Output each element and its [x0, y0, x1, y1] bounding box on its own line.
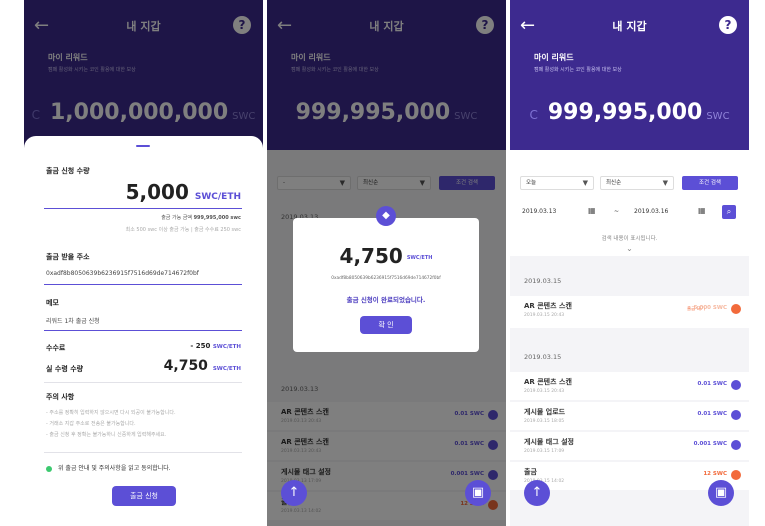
history-row[interactable]: 게시물 태그 설정 2019.03.15 17:09 0.001 SWC [510, 432, 749, 460]
available-amount: 출금 가능 금액 999,995,000 swc [161, 214, 241, 221]
memo-field[interactable]: 리워드 1차 출금 신청 [46, 316, 100, 325]
notice-list: - 주소를 정확히 입력하지 않으시면 다시 되공이 불가능합니다. - 거래소… [46, 408, 176, 441]
balance-unit: SWC [706, 111, 730, 122]
agree-checkbox[interactable]: 위 출금 안내 및 주의사항을 읽고 동의합니다. [46, 463, 171, 472]
agree-text: 위 출금 안내 및 주의사항을 읽고 동의합니다. [58, 465, 171, 472]
wallet-button[interactable]: ▣ [465, 480, 491, 506]
empty-hint: 검색 내용이 표시됩니다. [601, 236, 658, 242]
notice-label: 주의 사항 [46, 393, 75, 401]
reward-label: 마이 리워드 [534, 53, 574, 62]
modal-address: 0xadf8b8050639b6236915f7516d69de714672f0… [331, 276, 441, 281]
complete-modal: ◆ 4,750 SWC/ETH 0xadf8b8050639b6236915f75… [293, 206, 479, 352]
actual-label: 실 수령 수량 [46, 365, 84, 373]
history-row[interactable]: 게시물 업로드 2019.03.15 18:05 0.01 SWC [510, 402, 749, 430]
wallet-icon: ▣ [714, 485, 728, 500]
balance: C 999,995,000 SWC [510, 100, 749, 125]
request-unit: SWC/ETH [194, 192, 241, 202]
withdraw-sheet: 출금 신청 수량 5,000 SWC/ETH 출금 가능 금액 999,995,0… [24, 136, 263, 526]
sheet-handle[interactable] [136, 145, 150, 147]
address-underline [44, 284, 242, 285]
fee-unit: SWC/ETH [212, 344, 241, 350]
request-amount: 5,000 [125, 180, 189, 204]
amount-underline [44, 208, 242, 209]
reward-subtitle: 캠페 활성화 시키는 코인 활용에 대한 보상 [534, 67, 622, 73]
memo-label: 메모 [46, 299, 59, 307]
available-value: 999,995,000 swc [193, 215, 241, 221]
address-label: 출금 받을 주소 [46, 253, 90, 261]
notice-item: - 주소를 정확히 입력하지 않으시면 다시 되공이 불가능합니다. [46, 410, 176, 416]
balance-value: 999,995,000 [547, 100, 703, 125]
actual-amount: 4,750 [163, 358, 208, 374]
date-from[interactable]: 2019.03.13 [522, 208, 556, 215]
swc-coin-icon [731, 440, 741, 450]
chevron-down-icon: ▼ [662, 179, 668, 187]
modal-amount: 4,750 SWC/ETH [293, 244, 479, 268]
notice-item: - 거래소 지갑 주소로 전송은 불가능합니다. [46, 421, 136, 427]
swc-coin-icon [731, 470, 741, 480]
divider [44, 452, 242, 453]
fee-amount: - 250 [190, 342, 211, 350]
screen-withdraw-form: ← 내 지갑 ? 마이 리워드 캠페 활성화 시키는 코인 활용에 대한 보상 … [24, 0, 263, 526]
date-section: 2019.03.15 [510, 270, 749, 292]
page-title: 내 지갑 [612, 20, 647, 33]
actual-value: 4,750 SWC/ETH [164, 358, 241, 374]
screens: ← 내 지갑 ? 마이 리워드 캠페 활성화 시키는 코인 활용에 대한 보상 … [0, 0, 765, 526]
sort-select[interactable]: 최신순▼ [600, 176, 674, 190]
date-separator: ~ [614, 208, 620, 215]
scroll-top-button[interactable]: ↑ [281, 480, 307, 506]
fee-label: 수수료 [46, 344, 66, 352]
period-select[interactable]: 오늘 ▼ [520, 176, 594, 190]
address-field[interactable]: 0xadf8b8050639b6236915f7516d69de714672f0… [46, 270, 199, 277]
calendar-icon[interactable]: ▦ [698, 206, 706, 215]
screen-withdraw-complete: ← 내 지갑 ? 마이 리워드 캠페 활성화 시키는 코인 활용에 대한 보상 … [267, 0, 506, 526]
ethereum-icon: ◆ [376, 206, 396, 226]
available-label: 출금 가능 금액 [161, 215, 192, 221]
top-bar: ← 내 지갑 ? [510, 12, 749, 42]
request-amount-field[interactable]: 5,000 SWC/ETH [126, 180, 241, 204]
fee-value: - 250 SWC/ETH [190, 342, 241, 350]
help-icon[interactable]: ? [719, 16, 737, 34]
calendar-icon[interactable]: ▦ [588, 206, 596, 215]
wallet-header: ← 내 지갑 ? 마이 리워드 캠페 활성화 시키는 코인 활용에 대한 보상 … [510, 0, 749, 150]
wallet-icon: ▣ [471, 485, 485, 500]
history-row[interactable]: AR 콘텐츠 스캔 2019.03.15 20:43 0.01 SWC [510, 372, 749, 400]
modal-unit: SWC/ETH [406, 254, 433, 261]
wallet-button[interactable]: ▣ [708, 480, 734, 506]
memo-underline [44, 330, 242, 331]
submit-withdraw-button[interactable]: 출금 신청 [112, 486, 176, 506]
actual-unit: SWC/ETH [212, 366, 241, 372]
chevron-down-icon[interactable]: ⌄ [510, 244, 749, 253]
refresh-icon[interactable]: C [529, 108, 537, 122]
screen-wallet-history: ← 내 지갑 ? 마이 리워드 캠페 활성화 시키는 코인 활용에 대한 보상 … [510, 0, 749, 526]
swc-coin-icon [731, 304, 741, 314]
request-label: 출금 신청 수량 [46, 167, 90, 175]
date-section: 2019.03.15 [510, 346, 749, 368]
confirm-button[interactable]: 확 인 [360, 316, 412, 334]
divider [44, 382, 242, 383]
check-icon [46, 465, 52, 472]
modal-amount-value: 4,750 [339, 244, 403, 268]
min-note: 최소 500 swc 이상 출금 가능 | 출금 수수료 250 swc [125, 227, 241, 233]
notice-item: - 출금 신청 후 정확는 불가능하니 신중하게 입력해주세요. [46, 432, 167, 438]
history-row-pending[interactable]: AR 콘텐츠 스캔 2019.03.15 20:43 출금 대기 5,000 SWC [510, 296, 749, 328]
filter-search-button[interactable]: 조건 검색 [682, 176, 738, 190]
search-icon[interactable]: ⌕ [722, 205, 736, 219]
swc-coin-icon [731, 380, 741, 390]
history-body: 오늘 ▼ 최신순 ▼ 조건 검색 2019.03.13 ▦ ~ 2019.03.16… [510, 150, 749, 526]
modal-message: 출금 신청이 완료되었습니다. [346, 296, 426, 304]
chevron-down-icon: ▼ [582, 179, 588, 187]
date-to[interactable]: 2019.03.16 [634, 208, 668, 215]
swc-coin-icon [731, 410, 741, 420]
scroll-top-button[interactable]: ↑ [524, 480, 550, 506]
